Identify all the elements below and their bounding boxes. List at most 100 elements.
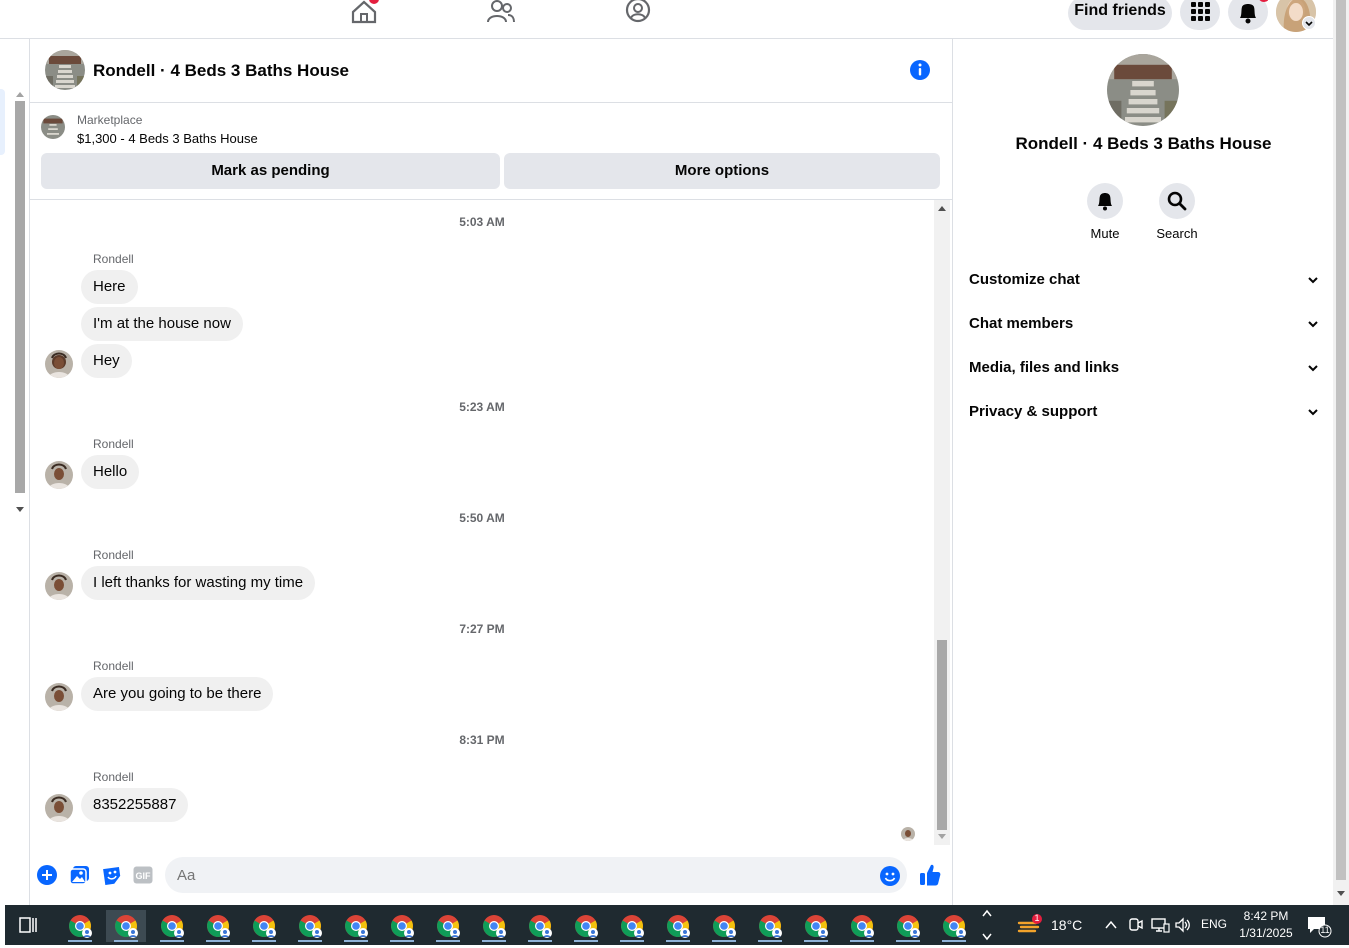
chevron-down-icon bbox=[1308, 277, 1318, 284]
input-language[interactable]: ENG bbox=[1201, 917, 1227, 931]
message-bubble[interactable]: Hello bbox=[81, 455, 140, 489]
groups-icon[interactable] bbox=[623, 0, 653, 24]
panel-title: Rondell · 4 Beds 3 Baths House bbox=[1015, 134, 1272, 153]
timestamp: 7:27 PM bbox=[459, 622, 505, 636]
photo-gallery-icon[interactable] bbox=[69, 865, 91, 885]
chrome-taskbar-icon[interactable] bbox=[152, 910, 192, 942]
section-chat-members[interactable]: Chat members bbox=[969, 304, 1319, 344]
friends-icon[interactable] bbox=[486, 0, 516, 24]
search-icon[interactable] bbox=[1159, 183, 1195, 219]
page-scrollbar[interactable] bbox=[1333, 0, 1349, 905]
mute-bell-icon[interactable] bbox=[1087, 183, 1123, 219]
show-hidden-icons-chevron-icon[interactable] bbox=[1103, 917, 1119, 933]
left-scrollbar[interactable] bbox=[13, 89, 27, 512]
chrome-taskbar-icon[interactable] bbox=[934, 910, 974, 942]
sender-avatar[interactable] bbox=[45, 572, 73, 600]
thread-scrollbar[interactable] bbox=[934, 200, 950, 845]
network-icon[interactable] bbox=[1150, 916, 1170, 934]
sender-name: Rondell bbox=[93, 437, 134, 451]
notifications-bell-icon[interactable] bbox=[1228, 0, 1269, 30]
find-friends-button[interactable]: Find friends bbox=[1068, 0, 1172, 30]
section-privacy-support[interactable]: Privacy & support bbox=[969, 392, 1319, 432]
timestamp: 5:50 AM bbox=[459, 511, 505, 525]
chat-listing-avatar[interactable] bbox=[45, 50, 85, 90]
taskbar-edge bbox=[0, 905, 5, 945]
message-bubble[interactable]: Are you going to be there bbox=[81, 677, 274, 711]
task-view-icon[interactable] bbox=[14, 915, 44, 935]
chrome-taskbar-icon[interactable] bbox=[842, 910, 882, 942]
weather-badge: 1 bbox=[1034, 913, 1040, 923]
chrome-taskbar-icon[interactable] bbox=[60, 910, 100, 942]
sticker-icon[interactable] bbox=[101, 865, 123, 886]
windows-taskbar: 1 18°C ENG 8:42 PM 1/31/2025 11 bbox=[0, 905, 1349, 945]
timestamp: 5:23 AM bbox=[459, 400, 505, 414]
account-chevron-icon[interactable] bbox=[1302, 16, 1316, 30]
menu-grid-icon[interactable] bbox=[1180, 0, 1220, 30]
chrome-taskbar-icon[interactable] bbox=[428, 910, 468, 942]
thumbs-up-icon[interactable] bbox=[919, 863, 941, 887]
chrome-taskbar-icon[interactable] bbox=[106, 910, 146, 942]
message-bubble[interactable]: I'm at the house now bbox=[81, 307, 243, 341]
mute-label: Mute bbox=[1090, 226, 1120, 241]
weather-icon[interactable]: 1 bbox=[1016, 913, 1044, 937]
chevron-down-icon bbox=[1308, 409, 1318, 416]
weather-temperature[interactable]: 18°C bbox=[1051, 917, 1082, 933]
listing-summary[interactable]: $1,300 - 4 Beds 3 Baths House bbox=[77, 131, 258, 146]
sender-avatar[interactable] bbox=[45, 683, 73, 711]
volume-icon[interactable] bbox=[1174, 916, 1192, 934]
chrome-taskbar-icon[interactable] bbox=[704, 910, 744, 942]
message-bubble[interactable]: Here bbox=[81, 270, 138, 304]
listing-category: Marketplace bbox=[77, 113, 143, 127]
message-thread: 5:03 AM Rondell Here I'm at the house no… bbox=[30, 200, 934, 850]
sender-name: Rondell bbox=[93, 252, 134, 266]
message-bubble[interactable]: 8352255887 bbox=[81, 788, 189, 822]
marketplace-listing-bar: Marketplace $1,300 - 4 Beds 3 Baths Hous… bbox=[30, 103, 952, 200]
sender-avatar[interactable] bbox=[45, 794, 73, 822]
chrome-taskbar-icon[interactable] bbox=[520, 910, 560, 942]
message-bubble[interactable]: I left thanks for wasting my time bbox=[81, 566, 316, 600]
mute-button[interactable]: Mute bbox=[1075, 183, 1135, 241]
chrome-taskbar-icon[interactable] bbox=[244, 910, 284, 942]
chrome-taskbar-icon[interactable] bbox=[198, 910, 238, 942]
section-customize-chat[interactable]: Customize chat bbox=[969, 260, 1319, 300]
conversation-avatar[interactable] bbox=[1107, 54, 1179, 126]
search-button[interactable]: Search bbox=[1147, 183, 1207, 241]
chrome-taskbar-icon[interactable] bbox=[474, 910, 514, 942]
info-icon[interactable] bbox=[909, 59, 931, 81]
timestamp: 8:31 PM bbox=[459, 733, 505, 747]
chrome-taskbar-icon[interactable] bbox=[382, 910, 422, 942]
message-bubble[interactable]: Hey bbox=[81, 344, 132, 378]
sender-avatar[interactable] bbox=[45, 350, 73, 378]
emoji-icon[interactable] bbox=[880, 866, 900, 886]
meet-now-icon[interactable] bbox=[1127, 916, 1143, 934]
gif-icon[interactable]: GIF bbox=[133, 866, 153, 884]
plus-icon[interactable] bbox=[37, 865, 57, 885]
sender-avatar[interactable] bbox=[45, 461, 73, 489]
seen-receipt-avatar bbox=[901, 827, 915, 841]
chrome-taskbar-icon[interactable] bbox=[796, 910, 836, 942]
home-icon[interactable] bbox=[349, 0, 379, 24]
system-clock[interactable]: 8:42 PM 1/31/2025 bbox=[1236, 908, 1296, 942]
chrome-taskbar-icon[interactable] bbox=[290, 910, 330, 942]
action-center-icon[interactable]: 11 bbox=[1305, 914, 1333, 938]
taskbar-scroll-arrows[interactable] bbox=[980, 907, 994, 943]
message-input[interactable] bbox=[165, 857, 907, 893]
chrome-taskbar-icon[interactable] bbox=[612, 910, 652, 942]
mark-as-pending-button[interactable]: Mark as pending bbox=[41, 153, 500, 189]
selected-indicator bbox=[0, 89, 5, 155]
section-label: Media, files and links bbox=[969, 359, 1120, 376]
section-media-files-links[interactable]: Media, files and links bbox=[969, 348, 1319, 388]
chat-title: Rondell · 4 Beds 3 Baths House bbox=[93, 61, 349, 80]
chrome-taskbar-icon[interactable] bbox=[750, 910, 790, 942]
chrome-taskbar-icon[interactable] bbox=[566, 910, 606, 942]
clock-date: 1/31/2025 bbox=[1239, 926, 1293, 940]
section-label: Customize chat bbox=[969, 271, 1080, 288]
section-label: Chat members bbox=[969, 315, 1074, 332]
svg-text:GIF: GIF bbox=[136, 871, 152, 881]
more-options-button[interactable]: More options bbox=[504, 153, 940, 189]
chrome-taskbar-icon[interactable] bbox=[336, 910, 376, 942]
chrome-taskbar-icon[interactable] bbox=[888, 910, 928, 942]
sender-name: Rondell bbox=[93, 548, 134, 562]
listing-thumbnail[interactable] bbox=[41, 115, 65, 139]
chrome-taskbar-icon[interactable] bbox=[658, 910, 698, 942]
